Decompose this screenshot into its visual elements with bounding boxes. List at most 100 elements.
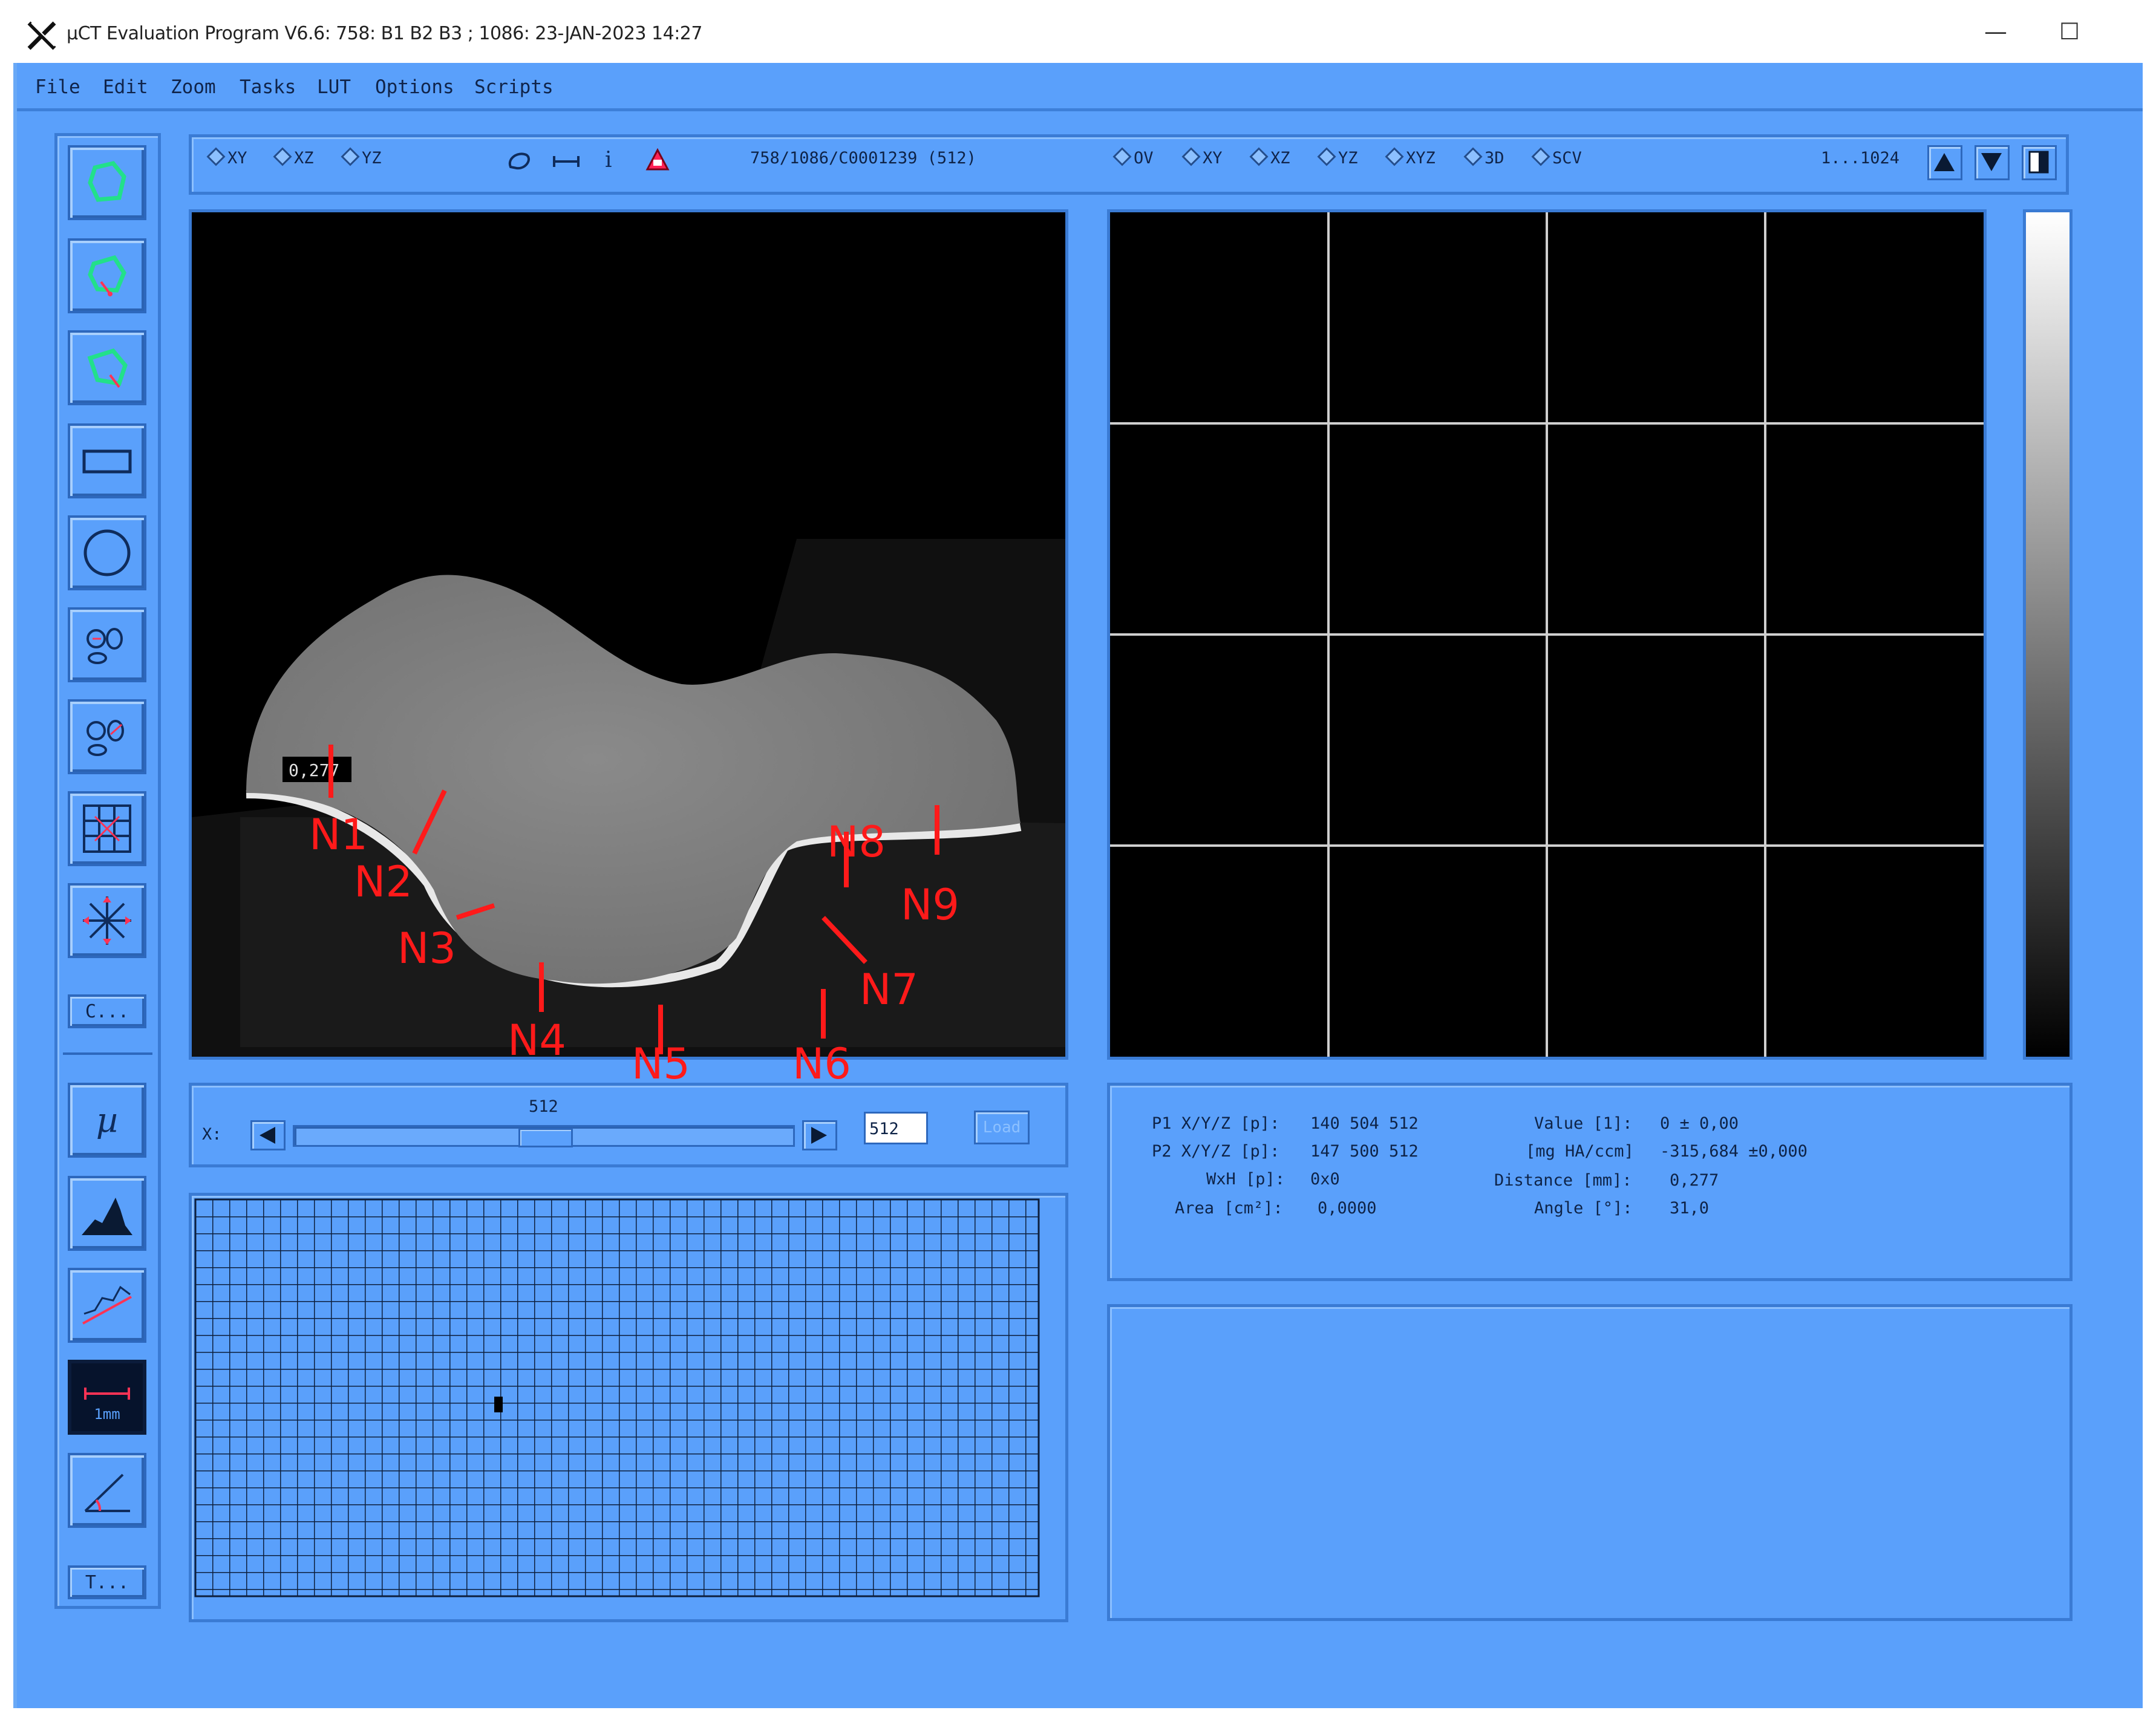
radio-view-yz[interactable]: YZ [341,147,382,168]
slice-range: 1...1024 [1821,149,1900,168]
p1-value: 140 504 512 [1310,1114,1419,1133]
multi-roi-icon [87,628,123,664]
menu-file[interactable]: File [35,76,80,98]
annotation-n1: N1 [309,810,368,860]
annotation-n2: N2 [354,857,413,907]
tool-mu[interactable]: µ [68,1083,146,1158]
radio-diamond-icon [1463,147,1483,166]
slider-right-button[interactable] [802,1120,837,1150]
slider-thumb[interactable] [518,1128,573,1147]
ct-image-viewport[interactable]: 0,277 N1 N2 N3 N4 N8 N9 N7 [189,209,1068,1065]
menu-options[interactable]: Options [375,76,454,98]
radio-display-xyz[interactable]: XYZ [1385,147,1436,168]
overview-grid-lines [1110,212,1984,1057]
c-button[interactable]: C... [68,994,146,1028]
wxh-value: 0x0 [1310,1170,1340,1189]
tool-modify-roi[interactable] [68,330,146,405]
annotation-n7: N7 [860,965,918,1014]
tool-profile[interactable] [68,1268,146,1343]
circle-icon [83,529,131,576]
invert-icon [2028,151,2049,174]
ct-slice-image: 0,277 [192,212,1065,1057]
area-label: Area [cm²]: [1175,1199,1283,1218]
menu-zoom[interactable]: Zoom [171,76,216,98]
triangle-down-icon [1981,153,2002,171]
radio-diamond-icon [206,147,226,166]
scale-label: 1mm [94,1406,120,1423]
histogram-icon [82,1198,132,1235]
menu-edit[interactable]: Edit [103,76,148,98]
x-window-system-icon [27,21,56,50]
tool-distance[interactable]: 1mm [68,1360,146,1435]
tool-freehand-roi[interactable] [68,145,146,220]
window-title: µCT Evaluation Program V6.6: 758: B1 B2 … [67,23,702,44]
radio-display-xy[interactable]: XY [1181,147,1223,168]
slice-number-input[interactable]: 512 [864,1112,928,1144]
load-button[interactable]: Load [974,1111,1030,1144]
radio-view-xy[interactable]: XY [206,147,247,168]
lasso-icon[interactable] [506,149,532,173]
scroll-up-button[interactable] [1927,145,1962,180]
rectangle-icon [82,449,132,474]
scroll-down-button[interactable] [1975,145,2010,180]
radio-diamond-icon [341,147,360,166]
radio-display-ov[interactable]: OV [1112,147,1154,168]
angle-icon [84,1473,130,1512]
image-info-text: 758/1086/C0001239 (512) [750,149,976,168]
annotation-n3: N3 [397,924,456,973]
tool-grid[interactable] [68,791,146,866]
triangle-up-icon [1934,153,1955,171]
radio-display-xz[interactable]: XZ [1249,147,1290,168]
info-icon[interactable]: i [605,148,612,172]
t-button[interactable]: T... [68,1565,146,1599]
freehand-roi-icon [88,161,126,202]
tool-angle[interactable] [68,1453,146,1528]
slider-position-label: 512 [529,1097,558,1116]
arrow-left-icon [260,1127,275,1144]
p2-label: P2 X/Y/Z [p]: [1152,1142,1280,1161]
mu-label: µ [96,1100,119,1140]
minimize-button[interactable]: — [1984,18,2007,45]
measure-line-icon[interactable] [552,152,581,171]
slider-left-button[interactable] [250,1120,286,1150]
tool-rectangle-roi[interactable] [68,423,146,498]
slider-track[interactable] [293,1125,795,1147]
overview-grid-viewport[interactable] [1107,209,1987,1060]
profile-line-icon [82,1285,132,1325]
maximize-button[interactable]: ☐ [2059,18,2080,45]
radio-diamond-icon [1249,147,1269,166]
menu-lut[interactable]: LUT [317,76,351,98]
radio-diamond-icon [273,147,292,166]
radio-diamond-icon [1112,147,1132,166]
menu-scripts[interactable]: Scripts [474,76,554,98]
multi-roi-edit-icon [87,720,124,756]
annotation-n5: N5 [632,1039,690,1089]
radio-display-scv[interactable]: SCV [1531,147,1582,168]
tool-circle-roi[interactable] [68,515,146,590]
tool-multi-roi[interactable] [68,607,146,682]
tool-multi-roi-edit[interactable] [68,699,146,774]
menu-tasks[interactable]: Tasks [240,76,296,98]
annotation-n6: N6 [792,1039,851,1089]
tool-expand[interactable] [68,883,146,958]
invert-lut-button[interactable] [2022,145,2057,180]
tool-divider [63,1052,152,1055]
p1-label: P1 X/Y/Z [p]: [1152,1114,1280,1133]
value-label: Value [1]: [1534,1114,1633,1133]
annotation-n4: N4 [508,1016,566,1065]
radio-diamond-icon [1385,147,1404,166]
wxh-label: WxH [p]: [1206,1170,1285,1189]
tool-edit-roi[interactable] [68,238,146,313]
arrow-right-icon [811,1127,827,1144]
warning-icon[interactable] [645,148,670,173]
radio-display-3d[interactable]: 3D [1463,147,1504,168]
p2-value: 147 500 512 [1310,1142,1419,1161]
radio-diamond-icon [1531,147,1550,166]
radio-display-yz[interactable]: YZ [1317,147,1358,168]
grid-icon [83,804,131,853]
tool-histogram[interactable] [68,1176,146,1251]
angle-value: 31,0 [1670,1199,1710,1218]
pixel-grid-panel[interactable] [189,1193,1068,1622]
radio-view-xz[interactable]: XZ [273,147,314,168]
slider-axis-label: X: [202,1125,222,1144]
